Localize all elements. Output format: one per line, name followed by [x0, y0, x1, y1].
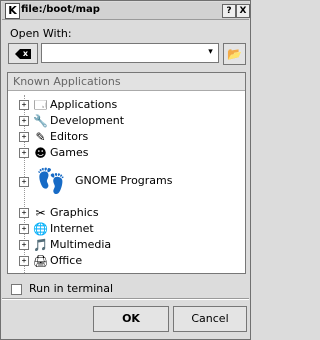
list-header-label: Known Applications [13, 75, 121, 88]
tree-item-label: Multimedia [50, 238, 112, 251]
run-in-terminal-label[interactable]: Run in terminal [29, 282, 113, 295]
tree-item-label: Development [50, 114, 125, 127]
expand-icon[interactable]: + [19, 100, 29, 110]
expand-icon[interactable]: + [19, 177, 29, 187]
expand-icon[interactable]: + [19, 256, 29, 266]
tree-item-label: Editors [50, 130, 89, 143]
ok-button[interactable]: OK [93, 306, 169, 332]
expand-icon[interactable]: + [19, 116, 29, 126]
separator [2, 298, 249, 300]
dialog-window: K file:/boot/map ? X Open With: x ▾ 📂 Kn… [0, 0, 251, 340]
tree-item-development[interactable]: + 🔧 Development [8, 113, 245, 129]
tree-item-gnome-programs[interactable]: + 👣 GNOME Programs [8, 161, 245, 201]
expand-icon[interactable]: + [19, 208, 29, 218]
games-icon: ☻ [34, 146, 47, 160]
cancel-button[interactable]: Cancel [173, 306, 247, 332]
editors-icon: ✎ [35, 130, 46, 144]
clear-text-button[interactable]: x [8, 43, 38, 64]
close-button[interactable]: X [236, 4, 250, 18]
open-with-label: Open With: [10, 27, 72, 40]
list-header[interactable]: Known Applications [8, 73, 245, 91]
tree-item-label: Games [50, 146, 89, 159]
tree-item-label: Internet [50, 222, 94, 235]
folder-open-icon: 📂 [227, 47, 242, 61]
applications-icon: 🗔 [33, 98, 47, 112]
gnome-foot-icon: 👣 [36, 167, 66, 195]
office-icon: 🖨 [33, 254, 49, 268]
kde-app-icon[interactable]: K [5, 3, 20, 19]
chevron-down-icon[interactable]: ▾ [205, 46, 216, 59]
tree-item-label: Office [50, 254, 83, 267]
expand-icon[interactable]: + [19, 224, 29, 234]
expand-icon[interactable]: + [19, 240, 29, 250]
tree-item-applications[interactable]: + 🗔 Applications [8, 97, 245, 113]
multimedia-icon: 🎵 [33, 238, 48, 252]
development-icon: 🔧 [33, 114, 48, 128]
window-title: file:/boot/map [21, 4, 100, 15]
known-applications-list[interactable]: Known Applications + 🗔 Applications + 🔧 … [7, 72, 246, 274]
clear-x-icon: x [20, 49, 31, 59]
internet-icon: 🌐 [33, 222, 48, 236]
run-in-terminal-checkbox[interactable] [11, 284, 22, 295]
tree-item-label: GNOME Programs [75, 174, 173, 187]
tree-item-editors[interactable]: + ✎ Editors [8, 129, 245, 145]
tree-item-graphics[interactable]: + ✂ Graphics [8, 205, 245, 221]
tree-item-office[interactable]: + 🖨 Office [8, 253, 245, 269]
open-with-combobox[interactable]: ▾ [41, 43, 219, 63]
expand-icon[interactable]: + [19, 148, 29, 158]
tree-item-label: Graphics [50, 206, 99, 219]
browse-folder-button[interactable]: 📂 [223, 43, 246, 65]
help-button[interactable]: ? [222, 4, 236, 18]
title-bar[interactable]: K file:/boot/map ? X [2, 2, 250, 20]
tree-item-games[interactable]: + ☻ Games [8, 145, 245, 161]
tree-item-internet[interactable]: + 🌐 Internet [8, 221, 245, 237]
tree-item-label: Applications [50, 98, 118, 111]
graphics-icon: ✂ [35, 206, 46, 220]
expand-icon[interactable]: + [19, 132, 29, 142]
tree-item-multimedia[interactable]: + 🎵 Multimedia [8, 237, 245, 253]
